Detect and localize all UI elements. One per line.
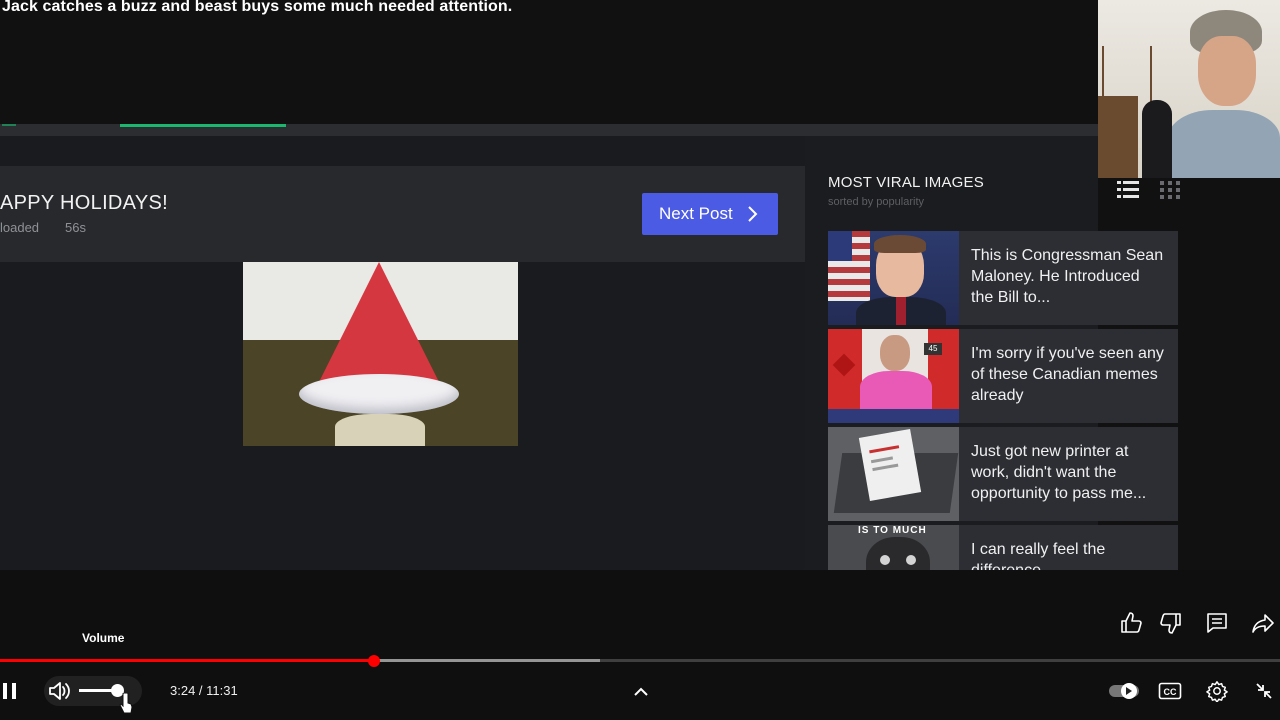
topbar-accent-mini (2, 124, 16, 126)
viral-subheading: sorted by popularity (828, 196, 924, 208)
webcam-overlay (1098, 0, 1280, 178)
exit-fullscreen-button[interactable] (1253, 680, 1275, 702)
post-meta-uploaded: loaded (0, 220, 40, 235)
viral-thumbnail (828, 427, 959, 521)
viral-thumbnail (828, 231, 959, 325)
viral-item-text: Just got new printer at work, didn't wan… (971, 443, 1147, 502)
progress-played (0, 659, 374, 662)
share-icon (1252, 614, 1274, 633)
comment-button[interactable] (1204, 610, 1230, 636)
viral-item[interactable]: This is Congressman Sean Maloney. He Int… (828, 231, 1178, 325)
like-button[interactable] (1118, 610, 1144, 636)
volume-slider[interactable] (79, 684, 124, 697)
progress-scrubber[interactable] (368, 655, 380, 667)
comment-icon (1207, 613, 1227, 633)
pause-button[interactable] (0, 678, 20, 704)
post-meta: loaded 56s (0, 220, 112, 235)
viral-item[interactable]: IS TO MUCH I can really feel the differe… (828, 525, 1178, 570)
grid-view-icon[interactable] (1159, 180, 1181, 200)
time-display: 3:24 / 11:31 (170, 683, 238, 698)
viral-thumbnail: 45 (828, 329, 959, 423)
settings-button[interactable] (1205, 679, 1229, 703)
exit-fullscreen-icon (1256, 683, 1272, 699)
closed-captions-icon: CC (1158, 682, 1182, 700)
viral-item-text: This is Congressman Sean Maloney. He Int… (971, 247, 1164, 306)
viral-item-text: I'm sorry if you've seen any of these Ca… (971, 345, 1164, 404)
video-player[interactable]: Jack catches a buzz and beast buys some … (0, 0, 1280, 720)
gear-icon (1206, 681, 1228, 702)
pause-icon (3, 683, 16, 699)
volume-icon (49, 682, 70, 700)
viral-item[interactable]: 45 I'm sorry if you've seen any of these… (828, 329, 1178, 423)
expand-button[interactable] (630, 680, 652, 702)
captions-button[interactable]: CC (1158, 680, 1182, 702)
share-button[interactable] (1250, 610, 1276, 636)
mouse-pointer-icon (119, 693, 133, 714)
chevron-up-icon (634, 687, 648, 696)
svg-text:CC: CC (1164, 687, 1177, 697)
volume-tooltip: Volume (82, 631, 125, 645)
dislike-button[interactable] (1158, 610, 1184, 636)
next-post-button[interactable]: Next Post (642, 193, 778, 235)
post-meta-age: 56s (65, 220, 87, 235)
viral-item[interactable]: Just got new printer at work, didn't wan… (828, 427, 1178, 521)
chevron-right-icon (747, 206, 758, 222)
site-topbar (0, 124, 1098, 136)
viral-item-text: I can really feel the difference (971, 541, 1106, 570)
viral-thumbnail: IS TO MUCH (828, 525, 959, 570)
viral-thumb-badge: 45 (924, 343, 942, 355)
video-title: Jack catches a buzz and beast buys some … (2, 0, 513, 15)
list-view-icon[interactable] (1117, 180, 1139, 200)
next-post-label: Next Post (659, 204, 733, 223)
post-title: APPY HOLIDAYS! (0, 192, 168, 214)
topbar-accent-line (120, 124, 286, 127)
viral-heading: MOST VIRAL IMAGES (828, 174, 984, 191)
mute-button[interactable] (46, 678, 74, 704)
thumbs-up-icon (1121, 612, 1142, 633)
viral-thumb-caption: IS TO MUCH (858, 525, 927, 536)
post-image (243, 262, 518, 446)
microphone-image (1142, 100, 1172, 178)
thumbs-down-icon (1160, 613, 1181, 634)
autoplay-toggle[interactable] (1108, 680, 1140, 702)
viral-images-list: This is Congressman Sean Maloney. He Int… (828, 231, 1178, 570)
autoplay-toggle-icon (1109, 683, 1139, 699)
